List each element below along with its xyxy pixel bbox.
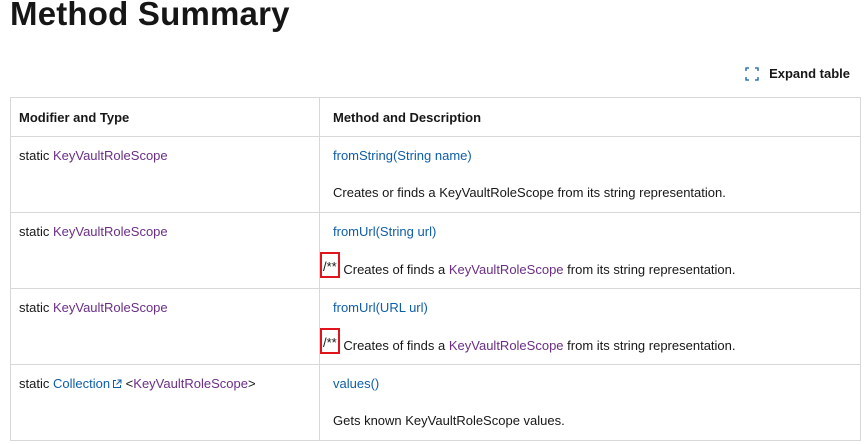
expand-corners-icon [745,66,759,81]
table-row: static KeyVaultRoleScope fromString(Stri… [10,136,861,213]
modifier-type-cell: static KeyVaultRoleScope [10,136,320,213]
type-link[interactable]: KeyVaultRoleScope [53,224,168,239]
header-modifier-type: Modifier and Type [10,97,320,137]
type-param-close: > [247,376,256,391]
method-link[interactable]: values() [333,376,379,391]
modifier-text: static [19,224,53,239]
table-header-row: Modifier and Type Method and Description [10,97,861,137]
method-description: /** Creates of finds a KeyVaultRoleScope… [320,328,860,354]
type-link[interactable]: KeyVaultRoleScope [53,148,168,163]
method-description-cell: fromUrl(String url) /** Creates of finds… [319,212,861,289]
description-type-link[interactable]: KeyVaultRoleScope [449,338,564,353]
expand-table-label: Expand table [769,66,850,81]
header-method-description: Method and Description [319,97,861,137]
table-row: static KeyVaultRoleScope fromUrl(String … [10,212,861,289]
method-description-cell: fromUrl(URL url) /** Creates of finds a … [319,288,861,365]
page-title: Method Summary [10,0,290,32]
highlighted-comment-prefix: /** [320,328,340,354]
type-link-external[interactable]: Collection [53,376,110,391]
external-link-icon[interactable] [112,379,122,389]
table-row: static KeyVaultRoleScope fromUrl(URL url… [10,288,861,365]
description-text: from its string representation. [563,338,736,353]
modifier-text: static [19,376,53,391]
method-link[interactable]: fromUrl(URL url) [333,300,428,315]
modifier-type-cell: static KeyVaultRoleScope [10,288,320,365]
method-description: /** Creates of finds a KeyVaultRoleScope… [320,252,860,278]
modifier-text: static [19,148,53,163]
method-description-cell: values() Gets known KeyVaultRoleScope va… [319,364,861,441]
expand-table-button[interactable]: Expand table [745,66,850,81]
method-link[interactable]: fromUrl(String url) [333,224,436,239]
modifier-type-cell: static Collection <KeyVaultRoleScope> [10,364,320,441]
modifier-text: static [19,300,53,315]
method-description: Creates or finds a KeyVaultRoleScope fro… [333,185,726,200]
method-summary-table: Modifier and Type Method and Description… [10,97,861,441]
method-link[interactable]: fromString(String name) [333,148,472,163]
table-row: static Collection <KeyVaultRoleScope> va… [10,364,861,441]
modifier-type-cell: static KeyVaultRoleScope [10,212,320,289]
type-link[interactable]: KeyVaultRoleScope [53,300,168,315]
method-description-cell: fromString(String name) Creates or finds… [319,136,861,213]
description-text: Creates of finds a [339,262,449,277]
type-param-link[interactable]: KeyVaultRoleScope [133,376,248,391]
description-type-link[interactable]: KeyVaultRoleScope [449,262,564,277]
method-description: Gets known KeyVaultRoleScope values. [333,413,565,428]
type-param-open: < [122,376,134,391]
description-text: from its string representation. [563,262,736,277]
page: Method Summary Expand table Modifier and… [0,0,868,444]
highlighted-comment-prefix: /** [320,252,340,278]
description-text: Creates of finds a [339,338,449,353]
